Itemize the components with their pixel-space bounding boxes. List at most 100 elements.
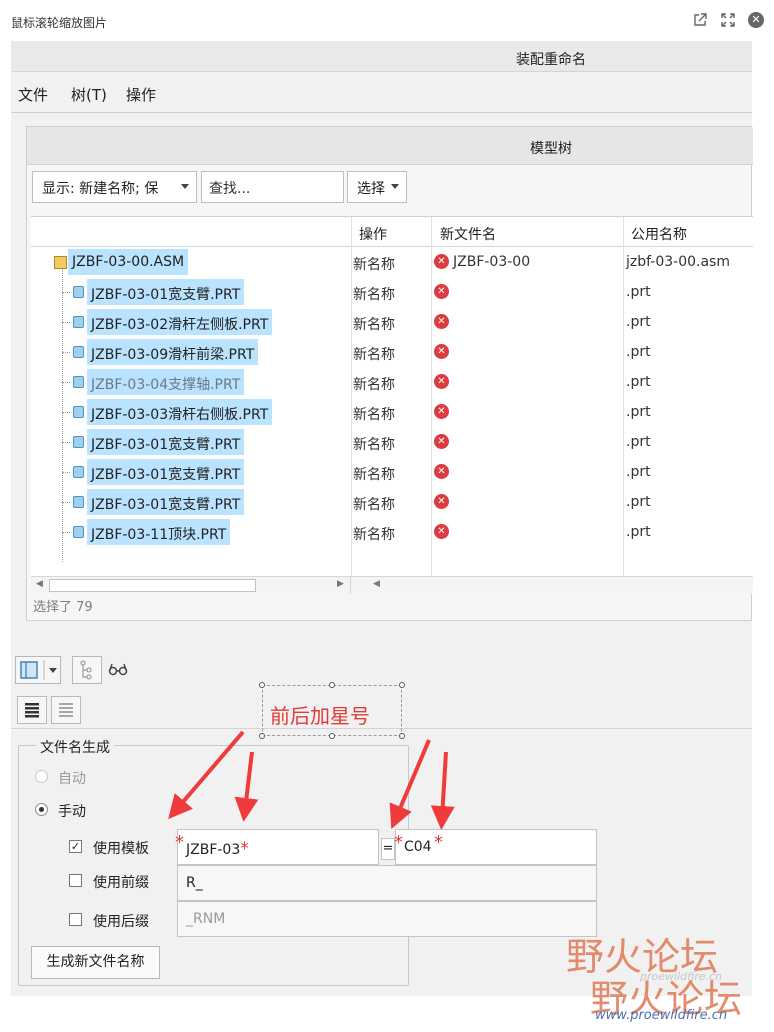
- table-row[interactable]: JZBF-03-01宽支臂.PRT 新名称 ✕ .prt: [31, 457, 753, 487]
- part-icon: [73, 406, 84, 418]
- grid-header: 操作 新文件名 公用名称: [31, 217, 753, 247]
- part-icon: [73, 496, 84, 508]
- column-header-new-filename[interactable]: 新文件名: [440, 224, 496, 244]
- table-row[interactable]: JZBF-03-01宽支臂.PRT 新名称 ✕ .prt: [31, 277, 753, 307]
- scroll-right-icon[interactable]: ▶: [337, 579, 344, 589]
- table-row[interactable]: JZBF-03-09滑杆前梁.PRT 新名称 ✕ .prt: [31, 337, 753, 367]
- operation-cell[interactable]: 新名称: [353, 314, 395, 334]
- operation-cell[interactable]: 新名称: [353, 494, 395, 514]
- column-header-operation[interactable]: 操作: [359, 224, 387, 244]
- operation-cell[interactable]: 新名称: [353, 374, 395, 394]
- error-icon: ✕: [434, 314, 449, 329]
- new-filename-cell[interactable]: JZBF-03-00: [453, 254, 530, 270]
- suffix-input[interactable]: _RNM: [177, 901, 597, 937]
- assembly-icon: [54, 256, 67, 269]
- horizontal-scrollbar[interactable]: ◀ ▶ ◀: [31, 576, 753, 594]
- handle-icon: [259, 682, 265, 688]
- list-view-icon[interactable]: [51, 696, 81, 724]
- menu-operation[interactable]: 操作: [126, 84, 156, 105]
- model-tree-panel: 模型树 显示: 新建名称; 保 查找... 选择 操作 新文件名 公用名称 JZ…: [26, 126, 753, 621]
- tree-connector: [62, 352, 70, 353]
- list-view-dense-icon[interactable]: [17, 696, 47, 724]
- scroll-left-icon[interactable]: ◀: [373, 579, 380, 589]
- error-icon: ✕: [434, 344, 449, 359]
- error-icon: ✕: [434, 284, 449, 299]
- part-icon: [73, 286, 84, 298]
- tree-item-name[interactable]: JZBF-03-00.ASM: [68, 249, 189, 275]
- common-name-cell: .prt: [626, 314, 651, 330]
- prefix-input[interactable]: R_: [177, 865, 597, 901]
- column-header-common-name[interactable]: 公用名称: [631, 224, 687, 244]
- template-input[interactable]: JZBF-03*: [177, 829, 379, 865]
- table-row[interactable]: JZBF-03-01宽支臂.PRT 新名称 ✕ .prt: [31, 487, 753, 517]
- filename-generation-title: 文件名生成: [36, 737, 114, 757]
- use-suffix-checkbox[interactable]: [69, 913, 82, 926]
- part-icon: [73, 316, 84, 328]
- table-row[interactable]: JZBF-03-00.ASM 新名称 ✕ JZBF-03-00 jzbf-03-00.a…: [31, 247, 753, 277]
- menu-tree[interactable]: 树(T): [71, 84, 107, 105]
- operation-cell[interactable]: 新名称: [353, 254, 395, 274]
- table-row[interactable]: JZBF-03-04支撑轴.PRT 新名称 ✕ .prt: [31, 367, 753, 397]
- operation-cell[interactable]: 新名称: [353, 404, 395, 424]
- star-marker: *: [434, 832, 443, 853]
- error-icon: ✕: [434, 254, 449, 269]
- star-marker: *: [175, 832, 184, 853]
- watermark-url: www.proewildfire.cn: [595, 1008, 728, 1023]
- table-row[interactable]: JZBF-03-02滑杆左侧板.PRT 新名称 ✕ .prt: [31, 307, 753, 337]
- operation-cell[interactable]: 新名称: [353, 284, 395, 304]
- tree-item-name[interactable]: JZBF-03-01宽支臂.PRT: [87, 279, 245, 305]
- template-new-input[interactable]: C04: [395, 829, 597, 865]
- part-icon: [73, 466, 84, 478]
- auto-label: 自动: [58, 771, 86, 787]
- operation-cell[interactable]: 新名称: [353, 524, 395, 544]
- fullscreen-icon[interactable]: [720, 12, 736, 28]
- annotation-text: 前后加星号: [270, 704, 370, 728]
- tree-item-name[interactable]: JZBF-03-01宽支臂.PRT: [87, 489, 245, 515]
- tree-item-name[interactable]: JZBF-03-03滑杆右侧板.PRT: [87, 399, 273, 425]
- tree-item-name[interactable]: JZBF-03-01宽支臂.PRT: [87, 459, 245, 485]
- generate-new-filename-button[interactable]: 生成新文件名称: [31, 946, 160, 979]
- manual-radio[interactable]: [35, 803, 48, 816]
- select-dropdown-label: 选择: [357, 181, 385, 197]
- operation-cell[interactable]: 新名称: [353, 464, 395, 484]
- tree-connector: [62, 292, 70, 293]
- tree-structure-icon[interactable]: [72, 656, 102, 684]
- glasses-icon[interactable]: [108, 661, 128, 681]
- scrollbar-right-pane: ◀: [373, 577, 753, 594]
- tree-item-name[interactable]: JZBF-03-04支撑轴.PRT: [87, 369, 245, 395]
- external-link-icon[interactable]: [692, 12, 708, 28]
- layout-toggle-button[interactable]: [15, 656, 61, 684]
- table-row[interactable]: JZBF-03-01宽支臂.PRT 新名称 ✕ .prt: [31, 427, 753, 457]
- common-name-cell: .prt: [626, 404, 651, 420]
- auto-radio[interactable]: [35, 770, 48, 783]
- scrollbar-thumb[interactable]: [49, 579, 256, 592]
- common-name-cell: .prt: [626, 524, 651, 540]
- close-icon[interactable]: ✕: [748, 12, 764, 28]
- operation-cell[interactable]: 新名称: [353, 434, 395, 454]
- tree-item-name[interactable]: JZBF-03-01宽支臂.PRT: [87, 429, 245, 455]
- use-template-checkbox[interactable]: ✓: [69, 840, 82, 853]
- display-dropdown[interactable]: 显示: 新建名称; 保: [32, 171, 197, 203]
- handle-icon: [399, 682, 405, 688]
- tree-rows: JZBF-03-00.ASM 新名称 ✕ JZBF-03-00 jzbf-03-00.a…: [31, 247, 753, 547]
- model-tree-title: 模型树: [530, 141, 572, 157]
- model-tree-title-bar: 模型树: [27, 127, 753, 165]
- search-input[interactable]: 查找...: [201, 171, 344, 203]
- tree-connector: [62, 382, 70, 383]
- error-icon: ✕: [434, 434, 449, 449]
- tree-item-name[interactable]: JZBF-03-11顶块.PRT: [87, 519, 231, 545]
- menu-file[interactable]: 文件: [18, 84, 48, 105]
- scroll-left-icon[interactable]: ◀: [36, 579, 43, 589]
- table-row[interactable]: JZBF-03-11顶块.PRT 新名称 ✕ .prt: [31, 517, 753, 547]
- handle-icon: [329, 733, 335, 739]
- manual-label: 手动: [58, 804, 86, 820]
- use-template-label: 使用模板: [93, 841, 149, 857]
- use-prefix-checkbox[interactable]: [69, 874, 82, 887]
- tree-item-name[interactable]: JZBF-03-09滑杆前梁.PRT: [87, 339, 259, 365]
- table-row[interactable]: JZBF-03-03滑杆右侧板.PRT 新名称 ✕ .prt: [31, 397, 753, 427]
- select-dropdown[interactable]: 选择: [347, 171, 407, 203]
- template-new-value: C04: [404, 839, 432, 855]
- handle-icon: [399, 733, 405, 739]
- tree-item-name[interactable]: JZBF-03-02滑杆左侧板.PRT: [87, 309, 273, 335]
- operation-cell[interactable]: 新名称: [353, 344, 395, 364]
